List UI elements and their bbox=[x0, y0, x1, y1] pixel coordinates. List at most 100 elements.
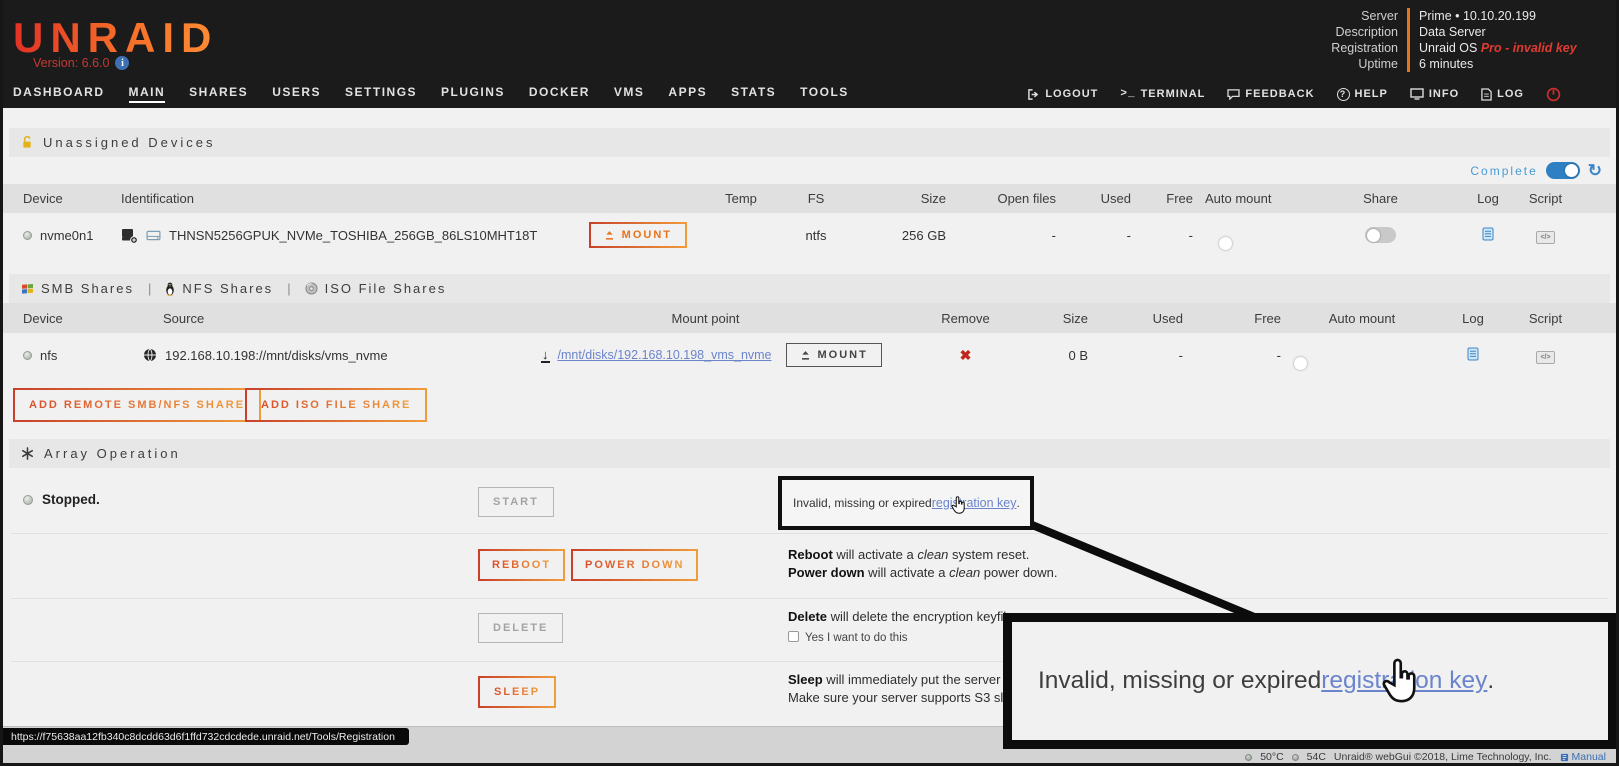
tab-stats[interactable]: STATS bbox=[731, 85, 776, 103]
tab-tools[interactable]: TOOLS bbox=[800, 85, 849, 103]
manual-link[interactable]: Manual bbox=[1560, 751, 1606, 763]
device-log-icon[interactable] bbox=[1482, 227, 1494, 241]
registration-key-link[interactable]: registration key bbox=[932, 496, 1017, 510]
source-cell: 192.168.10.198://mnt/disks/vms_nvme bbox=[143, 348, 523, 363]
log-cell bbox=[1463, 227, 1513, 244]
feedback-label: FEEDBACK bbox=[1245, 88, 1314, 100]
info-label: INFO bbox=[1429, 88, 1459, 100]
device-name[interactable]: nvme0n1 bbox=[40, 228, 93, 243]
col-log[interactable]: Log bbox=[1463, 191, 1513, 206]
tab-dashboard[interactable]: DASHBOARD bbox=[13, 85, 105, 103]
shares-table-header: Device Source Mount point Remove Size Us… bbox=[3, 303, 1619, 333]
script-icon[interactable]: </> bbox=[1536, 351, 1554, 364]
power-text2: power down. bbox=[980, 565, 1057, 580]
server-label: Server bbox=[1277, 8, 1407, 24]
reboot-label: REBOOT bbox=[492, 559, 551, 571]
share-log-icon[interactable] bbox=[1467, 347, 1479, 361]
unlocked-padlock-icon[interactable] bbox=[21, 135, 33, 150]
col-share[interactable]: Share bbox=[1298, 191, 1463, 206]
tab-docker[interactable]: DOCKER bbox=[529, 85, 590, 103]
drive-add-icon[interactable] bbox=[121, 227, 138, 244]
server-value: Prime • 10.10.20.199 bbox=[1407, 8, 1577, 24]
start-button[interactable]: START bbox=[478, 487, 554, 517]
tab-main[interactable]: MAIN bbox=[129, 85, 166, 103]
help-button[interactable]: ? HELP bbox=[1337, 88, 1388, 101]
col-identification[interactable]: Identification bbox=[101, 191, 701, 206]
complete-label[interactable]: Complete bbox=[1470, 164, 1537, 178]
col-source[interactable]: Source bbox=[143, 311, 523, 326]
used-cell: - bbox=[1098, 348, 1193, 363]
col-used[interactable]: Used bbox=[1098, 311, 1193, 326]
col-auto-mount[interactable]: Auto mount bbox=[1203, 191, 1298, 206]
col-device[interactable]: Device bbox=[3, 191, 101, 206]
mount-button[interactable]: MOUNT bbox=[589, 222, 687, 248]
add-remote-share-button[interactable]: ADD REMOTE SMB/NFS SHARE bbox=[13, 388, 261, 422]
col-used[interactable]: Used bbox=[1066, 191, 1141, 206]
unassigned-device-row: nvme0n1 THNSN5256GPUK_NVMe_TOSHIBA_256GB… bbox=[3, 213, 1619, 257]
col-device[interactable]: Device bbox=[3, 311, 143, 326]
sleep-note-line1: Sleep will immediately put the server in bbox=[788, 671, 1018, 689]
browser-status-bar: https://f75638aa12fb340c8dcdd63d6f1ffd73… bbox=[3, 728, 409, 745]
copyright-text: Unraid® webGui ©2018, Lime Technology, I… bbox=[1334, 751, 1552, 763]
row-divider bbox=[11, 598, 1608, 599]
logout-button[interactable]: LOGOUT bbox=[1027, 88, 1098, 100]
tab-vms[interactable]: VMS bbox=[614, 85, 645, 103]
col-remove[interactable]: Remove bbox=[888, 311, 1043, 326]
device-identification[interactable]: THNSN5256GPUK_NVMe_TOSHIBA_256GB_86LS10M… bbox=[169, 228, 537, 243]
share-toggle[interactable] bbox=[1365, 227, 1396, 243]
power-bold: Power down bbox=[788, 565, 865, 580]
size-cell: 256 GB bbox=[851, 228, 956, 243]
tab-nfs-shares[interactable]: NFS Shares bbox=[165, 281, 273, 296]
add-iso-share-button[interactable]: ADD ISO FILE SHARE bbox=[245, 388, 427, 422]
delete-note-line: Delete will delete the encryption keyfil… bbox=[788, 608, 1013, 626]
mount-button[interactable]: MOUNT bbox=[786, 343, 882, 367]
uptime-label: Uptime bbox=[1277, 56, 1407, 72]
mount-point-link[interactable]: /mnt/disks/192.168.10.198_vms_nvme bbox=[558, 348, 772, 362]
col-open-files[interactable]: Open files bbox=[956, 191, 1066, 206]
complete-controls: Complete ↻ bbox=[1470, 157, 1602, 184]
col-fs[interactable]: FS bbox=[781, 191, 851, 206]
confirm-checkbox[interactable] bbox=[788, 631, 799, 642]
tab-plugins[interactable]: PLUGINS bbox=[441, 85, 505, 103]
col-free[interactable]: Free bbox=[1193, 311, 1291, 326]
globe-icon bbox=[143, 348, 157, 362]
disk-outline-icon bbox=[146, 230, 161, 241]
col-log[interactable]: Log bbox=[1433, 311, 1513, 326]
reboot-button[interactable]: REBOOT bbox=[478, 549, 565, 581]
sleep-text: will immediately put the server in bbox=[823, 672, 1014, 687]
col-script[interactable]: Script bbox=[1513, 311, 1578, 326]
power-down-button[interactable]: POWER DOWN bbox=[571, 549, 698, 581]
col-temp[interactable]: Temp bbox=[701, 191, 781, 206]
col-mount-point[interactable]: Mount point bbox=[523, 311, 888, 326]
log-button[interactable]: LOG bbox=[1481, 88, 1524, 101]
tab-users[interactable]: USERS bbox=[272, 85, 321, 103]
power-icon[interactable] bbox=[1546, 87, 1561, 102]
size-cell: 0 B bbox=[1043, 348, 1098, 363]
mount-icon bbox=[800, 350, 811, 361]
refresh-icon[interactable]: ↻ bbox=[1588, 162, 1602, 179]
terminal-button[interactable]: >_ TERMINAL bbox=[1120, 88, 1205, 100]
tab-shares[interactable]: SHARES bbox=[189, 85, 248, 103]
reboot-text1: will activate a bbox=[833, 547, 918, 562]
col-auto-mount[interactable]: Auto mount bbox=[1291, 311, 1433, 326]
unassigned-table-header: Device Identification Temp FS Size Open … bbox=[3, 184, 1619, 213]
col-size[interactable]: Size bbox=[1043, 311, 1098, 326]
script-icon[interactable]: </> bbox=[1536, 231, 1554, 244]
info-button[interactable]: INFO bbox=[1410, 88, 1459, 100]
col-free[interactable]: Free bbox=[1141, 191, 1203, 206]
col-size[interactable]: Size bbox=[851, 191, 956, 206]
tab-apps[interactable]: APPS bbox=[668, 85, 707, 103]
cpu-temp: 50°C bbox=[1260, 751, 1283, 763]
tab-smb-shares[interactable]: SMB Shares bbox=[21, 281, 134, 296]
version-info-icon[interactable]: i bbox=[115, 56, 129, 70]
tab-settings[interactable]: SETTINGS bbox=[345, 85, 417, 103]
sleep-button[interactable]: SLEEP bbox=[478, 676, 556, 708]
tab-iso-file-shares[interactable]: ISO File Shares bbox=[305, 281, 447, 296]
remove-x-icon[interactable]: ✖ bbox=[960, 347, 972, 363]
complete-toggle[interactable] bbox=[1546, 162, 1580, 179]
col-script[interactable]: Script bbox=[1513, 191, 1578, 206]
feedback-button[interactable]: FEEDBACK bbox=[1227, 88, 1314, 100]
confirm-label: Yes I want to do this bbox=[805, 632, 908, 644]
section-title: Unassigned Devices bbox=[43, 135, 216, 150]
delete-button[interactable]: DELETE bbox=[478, 613, 563, 643]
